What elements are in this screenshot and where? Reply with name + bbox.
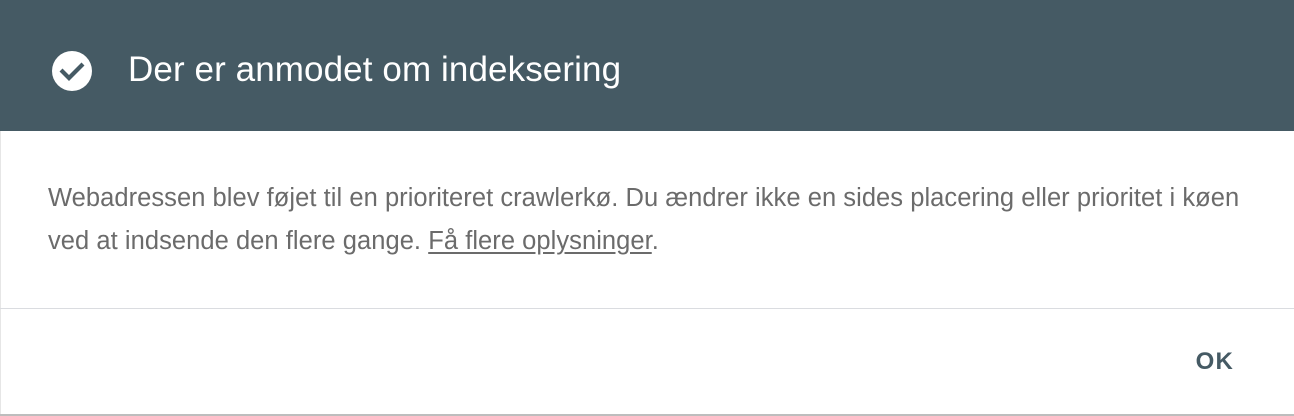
indexing-requested-dialog: Der er anmodet om indeksering Webadresse… (0, 0, 1294, 416)
message-end-punctuation: . (651, 227, 659, 255)
ok-button[interactable]: OK (1194, 340, 1236, 384)
dialog-message: Webadressen blev føjet til en prioritere… (48, 177, 1248, 263)
dialog-header: Der er anmodet om indeksering (0, 0, 1294, 131)
dialog-left-border (0, 131, 1, 416)
check-circle-icon (51, 50, 93, 92)
learn-more-link[interactable]: Få flere oplysninger (428, 227, 652, 255)
dialog-divider (0, 308, 1294, 309)
dialog-title: Der er anmodet om indeksering (128, 50, 622, 89)
